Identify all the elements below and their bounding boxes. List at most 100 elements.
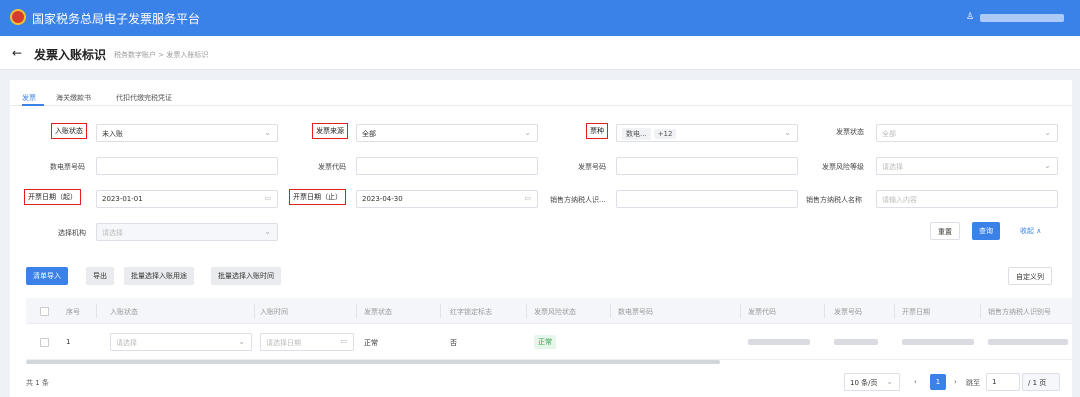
ticket-type-select[interactable]: 数电... +12 ⌄ — [616, 124, 798, 142]
tab-invoice[interactable]: 发票 — [22, 93, 36, 103]
col-entry-status: 入账状态 — [110, 308, 138, 316]
org-label: 选择机构 — [58, 229, 86, 237]
tax-emblem-logo — [10, 9, 26, 25]
seller-taxid-input[interactable] — [616, 190, 798, 208]
table-row: 1 请选择 ⌄ 请选择日期 ▭ 正常 否 正常 — [26, 324, 1072, 360]
row-entry-status-select[interactable]: 请选择 ⌄ — [110, 333, 252, 351]
ticket-type-tag[interactable]: 数电... — [622, 128, 651, 140]
seller-taxid-label: 销售方纳税人识... — [550, 196, 606, 204]
row-invoice-code-redacted — [748, 339, 810, 345]
invoice-status-value: 全部 — [882, 130, 896, 138]
date-end-input[interactable]: 2023-04-30 ▭ — [356, 190, 538, 208]
total-count: 共 1 条 — [26, 379, 49, 387]
row-risk-status-badge: 正常 — [534, 335, 556, 349]
collapse-link[interactable]: 收起 ∧ — [1020, 226, 1041, 236]
chevron-down-icon: ⌄ — [238, 337, 245, 346]
total-pages-text: / 1 页 — [1028, 379, 1047, 387]
tab-bar: 发票 海关缴款书 代扣代缴完税凭证 — [10, 80, 1072, 106]
entry-status-label: 入账状态 — [51, 123, 87, 139]
page-header: ← 发票入账标识 税务数字账户 > 发票入账标识 — [0, 36, 1080, 70]
col-entry-time: 入账时间 — [260, 308, 288, 316]
goto-label: 跳至 — [966, 379, 980, 387]
col-einvoice-number: 数电票号码 — [618, 308, 653, 316]
invoice-source-select[interactable]: 全部 ⌄ — [356, 124, 538, 142]
entry-status-select[interactable]: 未入账 ⌄ — [96, 124, 278, 142]
reset-button[interactable]: 重置 — [930, 222, 960, 240]
risk-level-select[interactable]: 请选择 ⌄ — [876, 157, 1058, 175]
column-divider — [526, 304, 527, 318]
einvoice-number-input[interactable] — [96, 157, 278, 175]
invoice-number-input[interactable] — [616, 157, 798, 175]
row-entry-status-placeholder: 请选择 — [116, 339, 137, 347]
select-all-checkbox[interactable] — [40, 307, 49, 316]
calendar-icon: ▭ — [340, 337, 347, 345]
col-risk-status: 发票风险状态 — [534, 308, 576, 316]
seller-name-input[interactable]: 请输入内容 — [876, 190, 1058, 208]
invoice-source-value: 全部 — [362, 130, 376, 138]
user-icon[interactable]: ♙ — [966, 12, 974, 22]
breadcrumb: 税务数字账户 > 发票入账标识 — [114, 51, 209, 59]
ticket-type-more-tag[interactable]: +12 — [653, 129, 677, 139]
row-entry-time-placeholder: 请选择日期 — [266, 339, 301, 347]
chevron-down-icon: ⌄ — [1044, 128, 1051, 137]
page-1-button[interactable]: 1 — [930, 374, 946, 390]
page-title: 发票入账标识 — [34, 48, 107, 62]
row-entry-time-input[interactable]: 请选择日期 ▭ — [260, 333, 354, 351]
column-divider — [356, 304, 357, 318]
batch-entry-use-button[interactable]: 批量选择入账用途 — [124, 267, 194, 285]
seller-name-label: 销售方纳税人名称 — [806, 196, 862, 204]
chevron-down-icon: ⌄ — [524, 128, 531, 137]
invoice-status-select[interactable]: 全部 ⌄ — [876, 124, 1058, 142]
tab-withholding-certificate[interactable]: 代扣代缴完税凭证 — [116, 93, 172, 103]
column-divider — [96, 304, 97, 318]
page-size-select[interactable]: 10 条/页 ⌄ — [844, 373, 900, 391]
main-card: 发票 海关缴款书 代扣代缴完税凭证 入账状态 未入账 ⌄ 发票来源 全部 ⌄ 票种 … — [10, 80, 1072, 397]
column-divider — [254, 304, 255, 318]
goto-page-input[interactable]: 1 — [986, 373, 1020, 391]
invoice-code-input[interactable] — [356, 157, 538, 175]
org-select[interactable]: 请选择 ⌄ — [96, 223, 278, 241]
date-end-value: 2023-04-30 — [362, 195, 403, 203]
col-red-lock: 红字锁定标志 — [450, 308, 492, 316]
export-button[interactable]: 导出 — [86, 267, 114, 285]
col-seller-taxid: 销售方纳税人识别号 — [988, 308, 1051, 316]
app-title: 国家税务总局电子发票服务平台 — [32, 12, 201, 26]
page-size-value: 10 条/页 — [850, 379, 878, 387]
date-start-input[interactable]: 2023-01-01 ▭ — [96, 190, 278, 208]
custom-columns-button[interactable]: 自定义列 — [1008, 267, 1052, 285]
row-checkbox[interactable] — [40, 338, 49, 347]
column-divider — [740, 304, 741, 318]
tab-customs-payment[interactable]: 海关缴款书 — [56, 93, 91, 103]
column-divider — [980, 304, 981, 318]
col-invoice-code: 发票代码 — [748, 308, 776, 316]
row-issue-date-redacted — [902, 339, 974, 345]
tab-active-indicator — [22, 104, 44, 106]
org-placeholder: 请选择 — [102, 229, 123, 237]
chevron-down-icon: ⌄ — [1044, 161, 1051, 170]
col-invoice-status: 发票状态 — [364, 308, 392, 316]
row-seller-taxid-redacted — [988, 339, 1068, 345]
query-button[interactable]: 查询 — [972, 222, 1000, 240]
invoice-status-label: 发票状态 — [836, 128, 864, 136]
column-divider — [440, 304, 441, 318]
seller-name-placeholder: 请输入内容 — [882, 196, 917, 204]
risk-level-placeholder: 请选择 — [882, 163, 903, 171]
ticket-type-label: 票种 — [586, 123, 608, 139]
row-index: 1 — [66, 338, 71, 346]
import-list-button[interactable]: 清单导入 — [26, 267, 68, 285]
calendar-icon: ▭ — [524, 194, 531, 202]
user-name-redacted[interactable] — [980, 14, 1064, 22]
table-header: 序号 入账状态 入账时间 发票状态 红字锁定标志 发票风险状态 数电票号码 发票… — [26, 298, 1072, 324]
chevron-down-icon: ⌄ — [886, 377, 893, 386]
prev-page-icon[interactable]: ‹ — [914, 378, 917, 386]
batch-entry-time-button[interactable]: 批量选择入账时间 — [211, 267, 281, 285]
horizontal-scrollbar[interactable] — [26, 360, 720, 364]
next-page-icon[interactable]: › — [954, 378, 957, 386]
back-arrow-icon[interactable]: ← — [12, 46, 22, 60]
col-index: 序号 — [66, 308, 80, 316]
date-start-value: 2023-01-01 — [102, 195, 143, 203]
row-invoice-number-redacted — [834, 339, 878, 345]
date-start-label: 开票日期（起） — [24, 189, 81, 205]
calendar-icon: ▭ — [264, 194, 271, 202]
invoice-code-label: 发票代码 — [318, 163, 346, 171]
